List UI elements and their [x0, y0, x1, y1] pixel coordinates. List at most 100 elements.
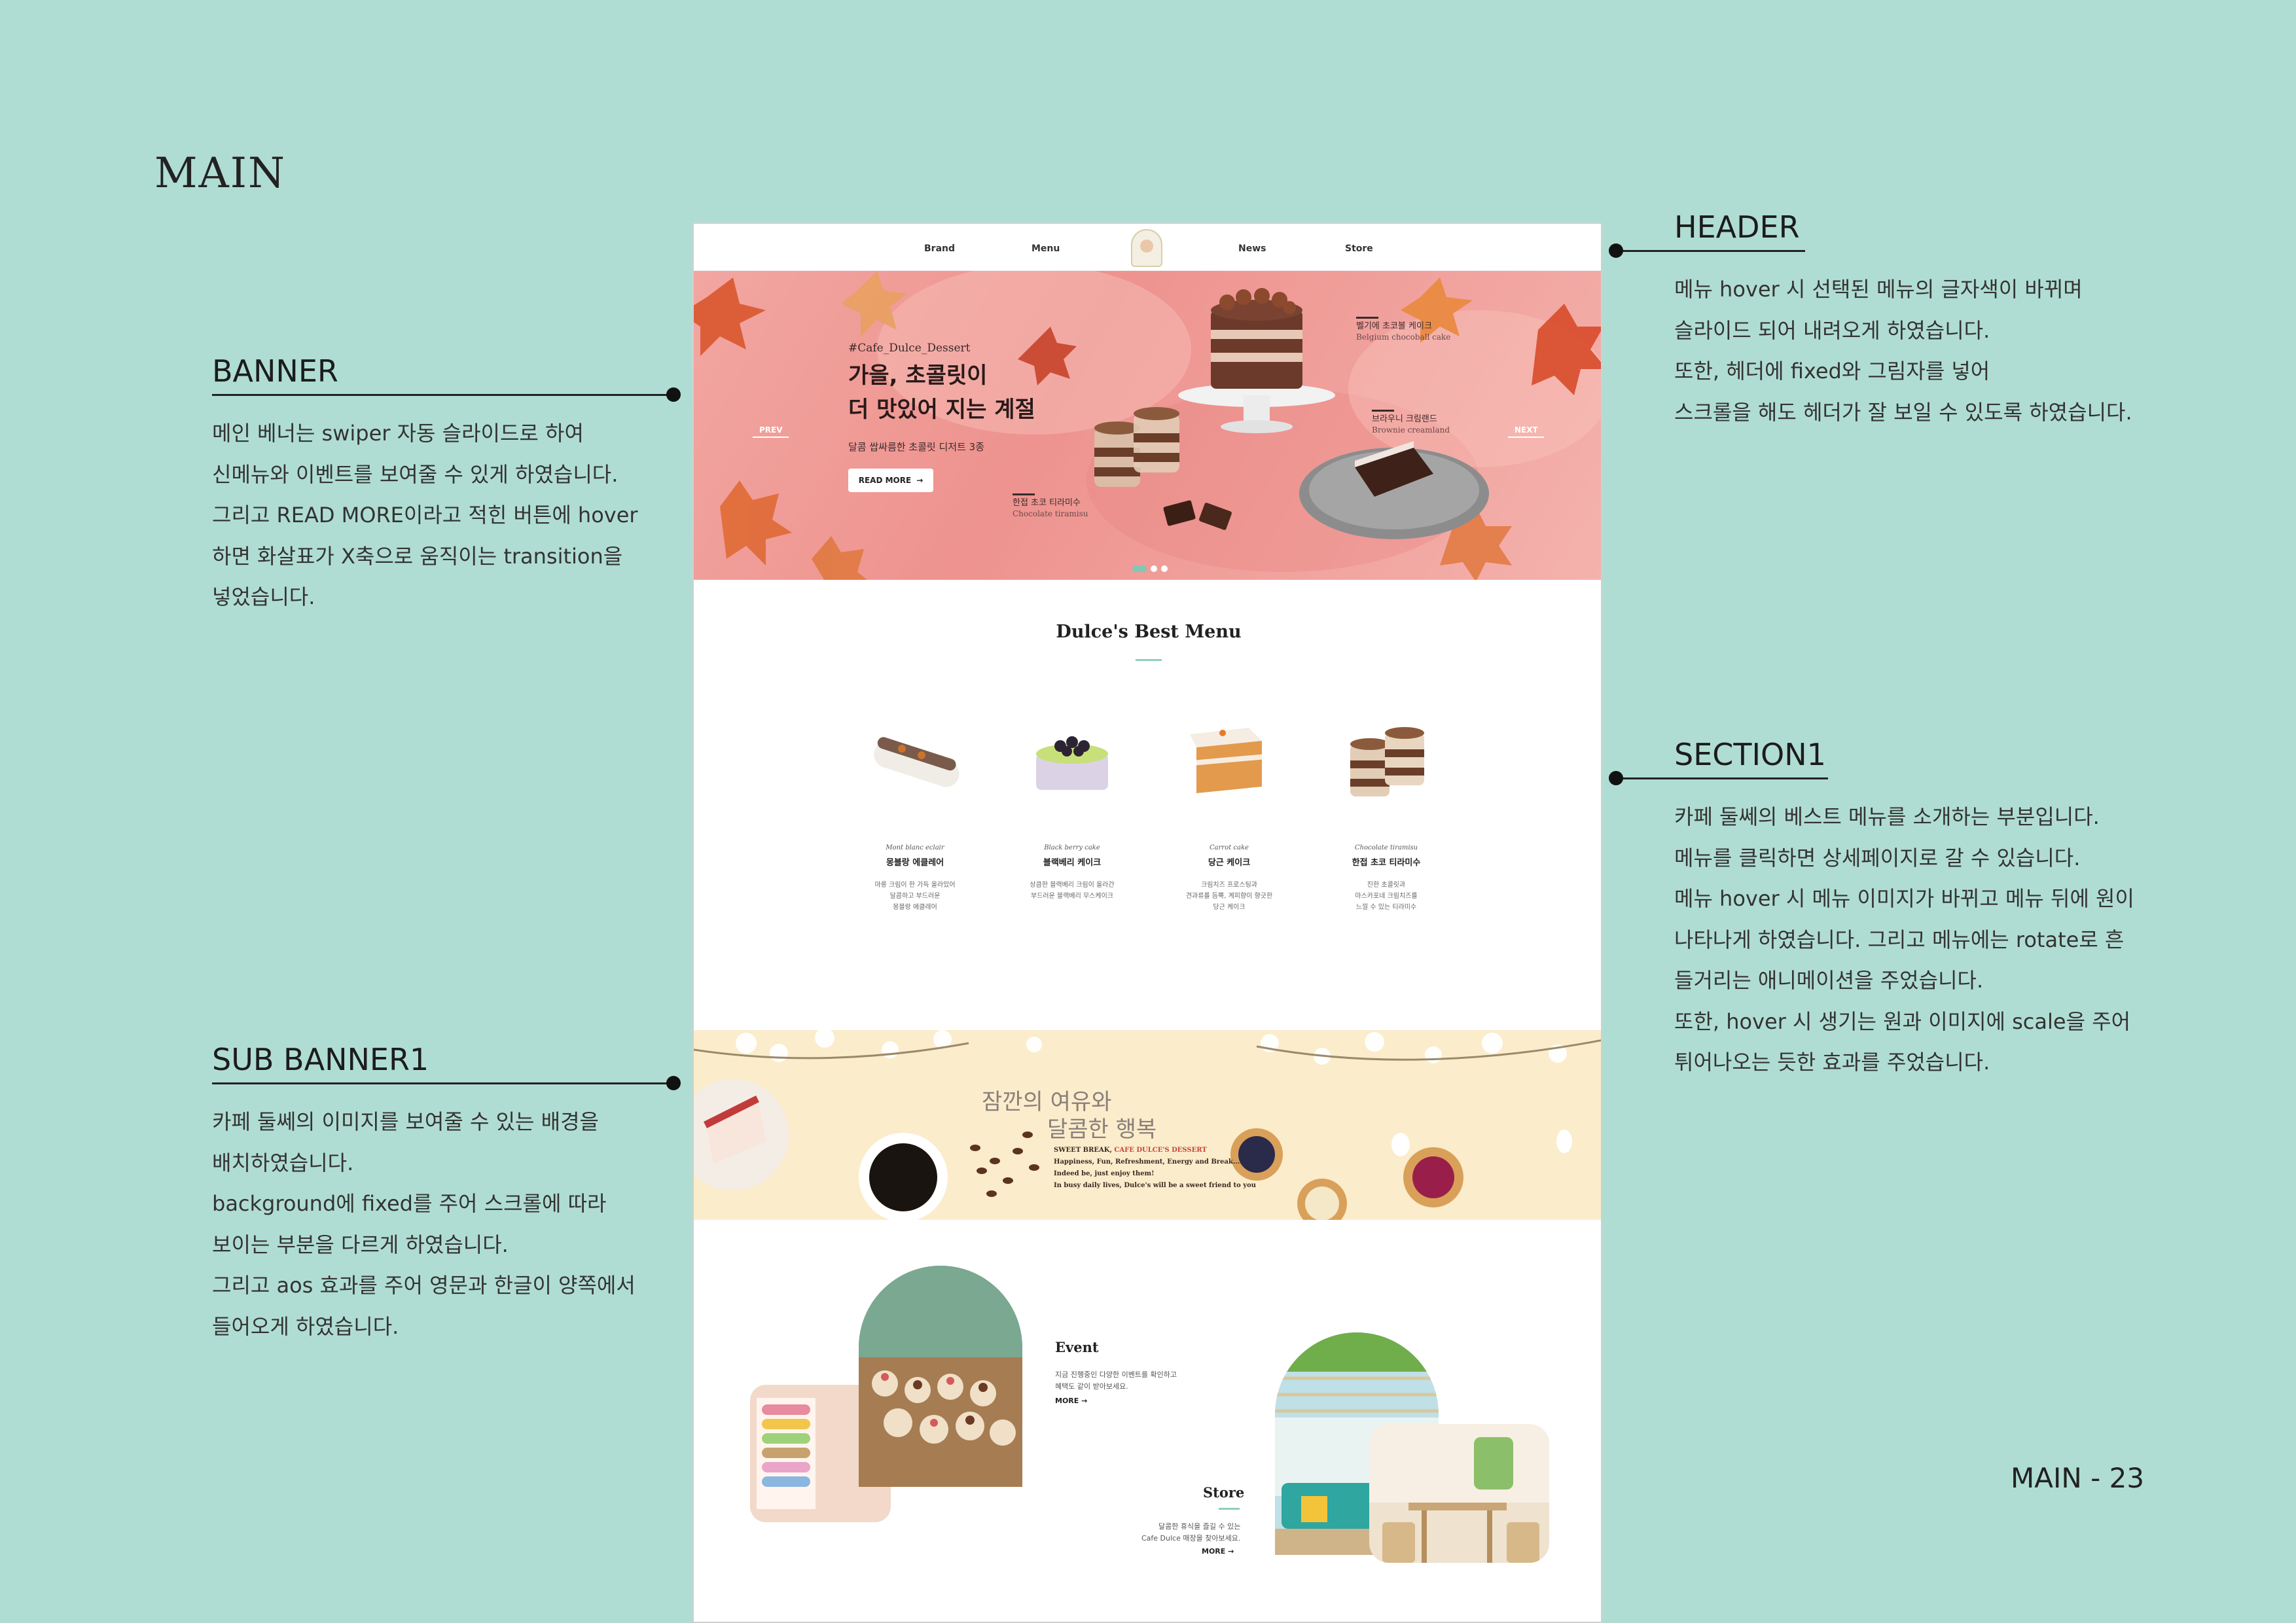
menu-card[interactable]: Mont blanc eclair 몽블랑 에클레어 마롱 크림이 한 가득 올…: [836, 708, 994, 913]
menu-description: 크림치즈 프로스팅과 견과류를 듬뿍, 계피향이 향긋한 당근 케이크: [1185, 882, 1273, 911]
note-title: HEADER: [1674, 209, 1800, 245]
note-connector: [212, 387, 681, 402]
read-more-button[interactable]: READ MORE →: [848, 469, 933, 492]
menu-en-name: Chocolate tiramisu: [1354, 844, 1418, 851]
event-more-link[interactable]: MORE →: [1055, 1397, 1087, 1405]
banner-headline-1: 가을, 초콜릿이: [848, 363, 988, 389]
sub-banner-english: SWEET BREAK, CAFE DULCE'S DESSERT Happin…: [1054, 1145, 1256, 1192]
pagination-dot[interactable]: [1151, 565, 1157, 572]
carrot-cake-image: [1190, 728, 1262, 793]
menu-description: 마롱 크림이 한 가득 올라있어 달콤하고 부드러운 몽블랑 에클레어: [874, 882, 956, 911]
site-header: Brand Menu News Store: [694, 224, 1601, 271]
cake-label-ko: 한접 초코 티라미수: [1013, 498, 1081, 508]
cake-label-ko: 벨기에 초코볼 케이크: [1356, 321, 1432, 331]
store-underline: [1219, 1508, 1240, 1510]
menu-ko-name: 당근 케이크: [1208, 858, 1251, 868]
sub-banner-line-2: 달콤한 행복: [1047, 1116, 1157, 1143]
note-dot: [666, 1076, 681, 1090]
arrow-right-icon: →: [1228, 1547, 1234, 1556]
note-underline: [1674, 250, 1805, 252]
slider-prev-button[interactable]: PREV: [753, 425, 789, 438]
note-body: 메인 베너는 swiper 자동 슬라이드로 하여 신메뉴와 이벤트를 보여줄 …: [212, 421, 638, 609]
tiramisu-image: [1350, 727, 1424, 796]
nav-news[interactable]: News: [1238, 243, 1266, 254]
sub-banner: 잠깐의 여유와 달콤한 행복 SWEET BREAK, CAFE DULCE'S…: [694, 1030, 1601, 1220]
logo-icon[interactable]: [1131, 229, 1162, 267]
menu-en-name: Carrot cake: [1210, 844, 1249, 851]
banner-decoration: [694, 271, 1601, 580]
cake-label-en: Chocolate tiramisu: [1013, 509, 1088, 518]
event-description: 지금 진행중인 다양한 이벤트를 확인하고 혜택도 같이 받아보세요.: [1055, 1370, 1177, 1391]
dessert-display-illustration: [859, 1266, 1022, 1487]
menu-ko-name: 몽블랑 에클레어: [886, 858, 944, 868]
best-menu-title: Dulce's Best Menu: [1056, 622, 1242, 642]
event-store-section: Event 지금 진행중인 다양한 이벤트를 확인하고 혜택도 같이 받아보세요…: [694, 1220, 1601, 1622]
slider-next-button[interactable]: NEXT: [1508, 425, 1544, 438]
sub-banner-en-3: Indeed be, just enjoy them!: [1054, 1170, 1155, 1177]
menu-ko-name: 한접 초코 티라미수: [1352, 858, 1421, 868]
note-title: BANNER: [212, 353, 338, 389]
menu-ko-name: 블랙베리 케이크: [1043, 858, 1102, 868]
note-underline: [1674, 777, 1828, 779]
note-dot: [1609, 771, 1623, 785]
note-sub-banner: SUB BANNER1 카페 둘쎄의 이미지를 보여줄 수 있는 배경을 배치하…: [212, 1042, 723, 1347]
title-underline: [1136, 659, 1162, 661]
menu-card[interactable]: Black berry cake 블랙베리 케이크 상큼한 블랙베리 크림이 올…: [994, 708, 1151, 913]
cake-label: 한접 초코 티라미수 Chocolate tiramisu: [1013, 493, 1088, 520]
nav-store[interactable]: Store: [1345, 243, 1373, 254]
cake-label-ko: 브라우니 크림랜드: [1372, 414, 1437, 424]
note-connector: [1615, 250, 1674, 252]
sub-banner-en-2: Happiness, Fun, Refreshment, Energy and …: [1054, 1158, 1242, 1166]
event-title: Event: [1055, 1339, 1099, 1355]
banner-hashtag: #Cafe_Dulce_Dessert: [848, 342, 971, 355]
note-header: HEADER 메뉴 hover 시 선택된 메뉴의 글자색이 바뀌며 슬라이드 …: [1609, 209, 2198, 433]
banner-headline-2: 더 맛있어 지는 계절: [848, 397, 1035, 423]
menu-description: 진한 초콜릿과 마스카포네 크림치즈를 느낄 수 있는 티라미수: [1355, 882, 1418, 911]
eclair-image: [874, 737, 960, 787]
pagination-dot[interactable]: [1161, 565, 1168, 572]
note-body: 카페 둘쎄의 베스트 메뉴를 소개하는 부분입니다. 메뉴를 클릭하면 상세페이…: [1674, 804, 2134, 1075]
menu-description: 상큼한 블랙베리 크림이 올라간 부드러운 블랙베리 무스케이크: [1030, 882, 1115, 900]
note-title: SUB BANNER1: [212, 1042, 429, 1077]
read-more-label: READ MORE: [858, 476, 912, 485]
sub-banner-en-1: SWEET BREAK, CAFE DULCE'S DESSERT: [1054, 1147, 1207, 1154]
cake-label-en: Brownie creamland: [1372, 425, 1450, 435]
menu-card[interactable]: Carrot cake 당근 케이크 크림치즈 프로스팅과 견과류를 듬뿍, 계…: [1151, 708, 1308, 913]
board-title: MAIN: [154, 149, 287, 198]
menu-card[interactable]: Chocolate tiramisu 한접 초코 티라미수 진한 초콜릿과 마스…: [1308, 708, 1465, 913]
blackberry-cake-image: [1036, 736, 1108, 790]
website-mockup: Brand Menu News Store #Cafe_Dulce_Desser…: [692, 223, 1602, 1623]
cake-label: 브라우니 크림랜드 Brownie creamland: [1372, 410, 1450, 436]
note-dot: [666, 387, 681, 402]
banner-subtitle: 달콤 쌉싸름한 초콜릿 디저트 3종: [848, 441, 985, 453]
note-banner: BANNER 메인 베너는 swiper 자동 슬라이드로 하여 신메뉴와 이벤…: [212, 353, 723, 618]
note-body: 메뉴 hover 시 선택된 메뉴의 글자색이 바뀌며 슬라이드 되어 내려오게…: [1674, 277, 2132, 425]
cafe-table-illustration: [1369, 1424, 1549, 1563]
sub-banner-en-4: In busy daily lives, Dulce's will be a s…: [1054, 1182, 1257, 1189]
dessert-display-image: [859, 1266, 1022, 1487]
nav-menu[interactable]: Menu: [1031, 243, 1060, 254]
nav-brand[interactable]: Brand: [924, 243, 955, 254]
note-section1: SECTION1 카페 둘쎄의 베스트 메뉴를 소개하는 부분입니다. 메뉴를 …: [1609, 737, 2198, 1083]
store-more-link[interactable]: MORE →: [1202, 1547, 1234, 1556]
store-title: Store: [1203, 1484, 1245, 1501]
cake-label: 벨기에 초코볼 케이크 Belgium chocoball cake: [1356, 317, 1451, 343]
cake-label-en: Belgium chocoball cake: [1356, 332, 1451, 342]
cafe-table-image: [1369, 1424, 1549, 1563]
slider-pagination: [1132, 565, 1168, 572]
best-menu-list: Mont blanc eclair 몽블랑 에클레어 마롱 크림이 한 가득 올…: [836, 708, 1465, 913]
note-title: SECTION1: [1674, 737, 1826, 772]
arrow-right-icon: →: [916, 476, 924, 485]
menu-en-name: Mont blanc eclair: [886, 844, 944, 851]
main-banner: #Cafe_Dulce_Dessert 가을, 초콜릿이 더 맛있어 지는 계절…: [694, 271, 1601, 580]
menu-en-name: Black berry cake: [1044, 844, 1100, 851]
note-connector: [1615, 777, 1674, 779]
store-description: 달콤한 휴식을 즐길 수 있는 Cafe Dulce 매장을 찾아보세요.: [1141, 1522, 1241, 1543]
banner-headline: 가을, 초콜릿이 더 맛있어 지는 계절: [848, 359, 1035, 427]
note-body: 카페 둘쎄의 이미지를 보여줄 수 있는 배경을 배치하였습니다. backgr…: [212, 1109, 636, 1339]
note-connector: [212, 1076, 681, 1090]
arrow-right-icon: →: [1081, 1397, 1088, 1405]
page-number: MAIN - 23: [2011, 1462, 2145, 1494]
note-dot: [1609, 243, 1623, 258]
pagination-dot[interactable]: [1132, 565, 1147, 572]
